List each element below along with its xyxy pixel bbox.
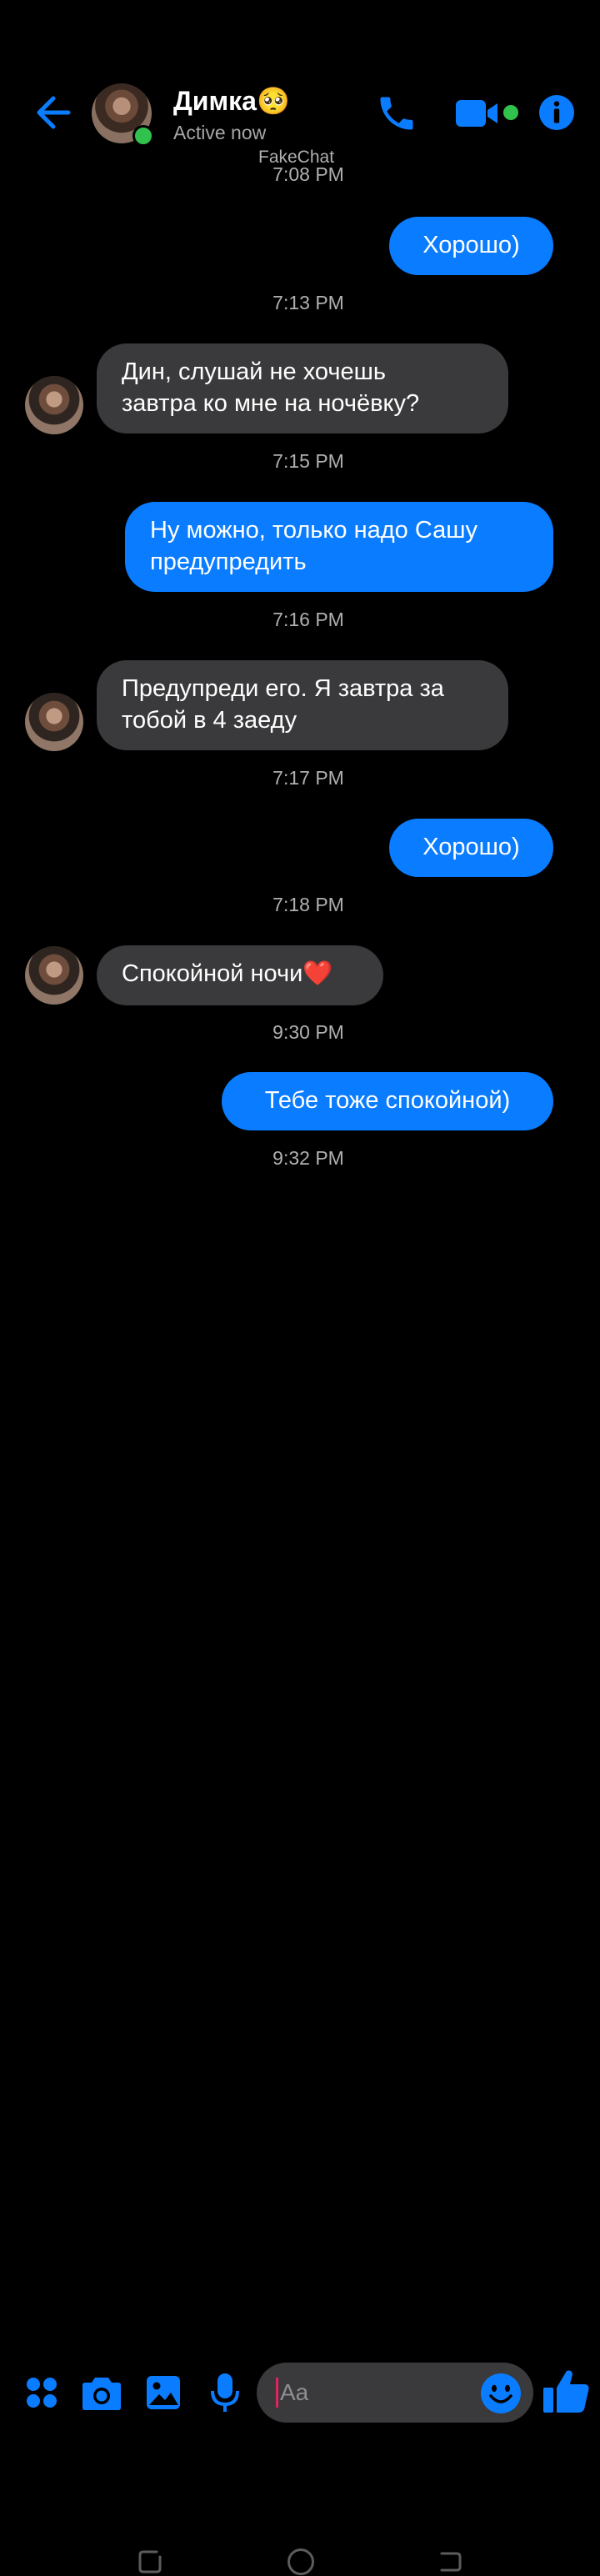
sender-avatar[interactable] <box>25 693 83 751</box>
recent-apps-icon[interactable] <box>137 2548 163 2575</box>
gallery-icon[interactable] <box>145 2374 182 2411</box>
timestamp: 7:08 PM <box>272 163 344 185</box>
thumbs-up-icon[interactable] <box>542 2366 592 2416</box>
message-line: Предупреди его. Я завтра за <box>122 675 444 702</box>
info-icon[interactable] <box>538 93 576 132</box>
contact-status: Active now <box>173 122 267 143</box>
incoming-message[interactable]: Спокойной ночи❤️ <box>97 945 383 1005</box>
sender-avatar[interactable] <box>25 946 83 1005</box>
back-arrow-icon[interactable] <box>33 93 72 132</box>
video-camera-icon[interactable] <box>454 97 504 130</box>
outgoing-message[interactable]: Хорошо) <box>389 217 553 275</box>
message-line: Дин, слушай не хочешь <box>122 358 387 385</box>
outgoing-message[interactable]: Хорошо) <box>389 819 553 877</box>
system-nav-bar <box>0 1267 600 2575</box>
text-caret <box>276 2378 278 2408</box>
timestamp: 7:18 PM <box>272 894 344 915</box>
home-icon[interactable] <box>287 2548 315 2576</box>
timestamp: 7:13 PM <box>272 292 344 313</box>
chat-header: Димка🥺 Active now FakeChat <box>0 0 600 167</box>
message-line: предупредить <box>150 549 307 575</box>
timestamp: 7:15 PM <box>272 450 344 472</box>
composer-bar <box>0 1175 600 2423</box>
phone-icon[interactable] <box>375 92 418 135</box>
video-active-dot <box>503 105 518 120</box>
timestamp: 9:32 PM <box>272 1147 344 1169</box>
microphone-icon[interactable] <box>210 2373 240 2414</box>
sender-avatar[interactable] <box>25 376 83 434</box>
incoming-message[interactable]: Предупреди его. Я завтра за тобой в 4 за… <box>97 660 508 750</box>
online-indicator <box>132 125 154 147</box>
camera-icon[interactable] <box>82 2374 122 2411</box>
incoming-message[interactable]: Дин, слушай не хочешь завтра ко мне на н… <box>97 343 508 434</box>
outgoing-message[interactable]: Ну можно, только надо Сашу предупредить <box>125 502 553 592</box>
back-icon[interactable] <box>437 2548 463 2575</box>
outgoing-message[interactable]: Тебе тоже спокойной) <box>222 1072 553 1130</box>
timestamp: 7:16 PM <box>272 609 344 630</box>
timestamp: 9:30 PM <box>272 1021 344 1043</box>
message-line: Ну можно, только надо Сашу <box>150 517 478 544</box>
message-line: завтра ко мне на ночёвку? <box>122 390 420 417</box>
apps-grid-icon[interactable] <box>25 2376 58 2409</box>
contact-name[interactable]: Димка🥺 <box>173 85 290 117</box>
message-line: тобой в 4 заеду <box>122 707 298 734</box>
emoji-icon[interactable] <box>480 2373 522 2414</box>
timestamp: 7:17 PM <box>272 767 344 789</box>
